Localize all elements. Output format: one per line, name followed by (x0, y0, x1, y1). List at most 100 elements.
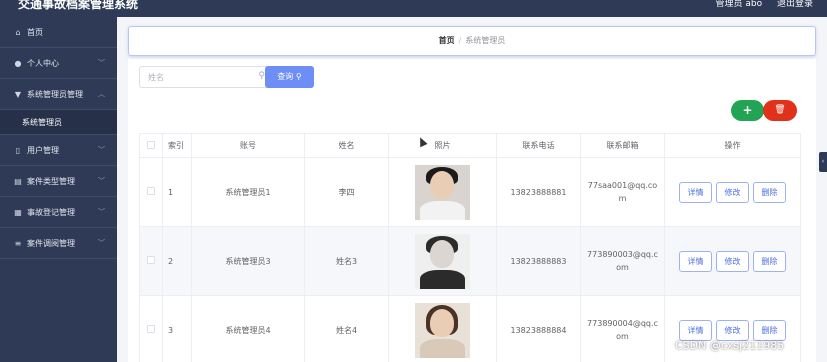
top-bar: 交通事故档案管理系统 管理员 abo 退出登录 (0, 0, 827, 17)
avatar-photo (415, 164, 470, 220)
edit-button[interactable]: 修改 (716, 319, 749, 341)
row-email: 773890003@qq.com (580, 226, 665, 296)
row-actions: 详情 修改 删除 (664, 226, 801, 296)
home-icon: ⌂ (15, 28, 21, 37)
query-button-label: 查询 (277, 72, 294, 81)
current-user: 管理员 abo (715, 0, 763, 9)
chevron-down-icon: ﹀ (98, 208, 105, 216)
content-panel: ⚲ 查询 ⚲ + 🗑 索引 账号 姓名 照片 联系电话 联系邮箱 操作 (128, 59, 816, 362)
app-title: 交通事故档案管理系统 (18, 0, 139, 11)
edit-button[interactable]: 修改 (716, 250, 749, 272)
row-phone: 13823888883 (496, 226, 581, 296)
top-bar-right: 管理员 abo 退出登录 (704, 0, 814, 9)
detail-button[interactable]: 详情 (679, 250, 712, 272)
admin-table: 索引 账号 姓名 照片 联系电话 联系邮箱 操作 1 系统管理员1 李四 138… (139, 133, 801, 362)
column-header: 照片 (388, 133, 497, 158)
search-icon: ⚲ (258, 71, 265, 81)
row-photo-cell (388, 226, 497, 296)
delete-button[interactable]: 删除 (753, 250, 786, 272)
chevron-down-icon: ﹀ (98, 239, 105, 247)
column-header: 联系电话 (496, 133, 581, 158)
avatar-photo (415, 302, 470, 358)
sidebar-item-case-type[interactable]: ▤ 案件类型管理 ﹀ (0, 166, 117, 197)
sidebar-subitem-admin[interactable]: 系统管理员 (0, 110, 117, 135)
row-name: 姓名3 (304, 226, 389, 296)
column-header: 姓名 (304, 133, 389, 158)
sidebar-item-label: 案件调阅管理 (27, 239, 75, 248)
breadcrumb: 首页 / 系统管理员 (128, 26, 816, 56)
sidebar-item-case-review[interactable]: ≡ 案件调阅管理 ﹀ (0, 228, 117, 259)
row-email: 77saa001@qq.com (580, 157, 665, 227)
row-index: 2 (162, 226, 192, 296)
row-checkbox[interactable] (147, 256, 155, 264)
row-photo-cell (388, 157, 497, 227)
main-content: 首页/系统管理员 ⚲ 查询 ⚲ + 🗑 索引 账号 姓名 照片 联系电话 联系邮 (117, 17, 827, 362)
user-icon: ● (14, 59, 22, 68)
column-header: 操作 (664, 133, 801, 158)
sidebar-item-user-management[interactable]: ▯ 用户管理 ﹀ (0, 135, 117, 166)
mobile-icon: ▯ (15, 146, 21, 155)
add-button[interactable]: + (731, 100, 764, 121)
row-email: 773890004@qq.com (580, 295, 665, 362)
row-select-cell (139, 295, 163, 362)
row-phone: 13823888884 (496, 295, 581, 362)
breadcrumb-current: 系统管理员 (465, 36, 506, 45)
logout-link[interactable]: 退出登录 (777, 0, 813, 9)
table-row: 3 系统管理员4 姓名4 13823888884 773890004@qq.co… (139, 295, 801, 362)
row-photo-cell (388, 295, 497, 362)
chevron-down-icon: ﹀ (98, 177, 105, 185)
row-index: 1 (162, 157, 192, 227)
folder-icon: ▤ (14, 177, 22, 186)
column-header: 账号 (191, 133, 305, 158)
watermark: CSDN @cxsj211985 (675, 339, 785, 352)
breadcrumb-separator: / (458, 36, 462, 45)
delete-button[interactable]: 删除 (753, 319, 786, 341)
table-row: 1 系统管理员1 李四 13823888881 77saa001@qq.com … (139, 157, 801, 227)
chevron-up-icon: ︿ (98, 90, 105, 98)
column-header: 索引 (162, 133, 192, 158)
sidebar-item-label: 系统管理员管理 (27, 90, 83, 99)
row-phone: 13823888881 (496, 157, 581, 227)
table-header-row: 索引 账号 姓名 照片 联系电话 联系邮箱 操作 (139, 133, 801, 158)
search-icon: ⚲ (295, 72, 302, 81)
breadcrumb-home[interactable]: 首页 (439, 36, 455, 45)
column-header: 联系邮箱 (580, 133, 665, 158)
row-name: 姓名4 (304, 295, 389, 362)
row-select-cell (139, 157, 163, 227)
avatar-photo (415, 233, 470, 289)
row-checkbox[interactable] (147, 325, 155, 333)
list-icon: ≡ (14, 239, 22, 248)
filter-icon: ▼ (14, 90, 22, 99)
select-all-checkbox[interactable] (147, 140, 155, 149)
trash-icon: 🗑 (774, 105, 786, 115)
row-actions: 详情 修改 删除 (664, 295, 801, 362)
row-account: 系统管理员1 (191, 157, 305, 227)
query-button[interactable]: 查询 ⚲ (265, 66, 314, 88)
chevron-down-icon: ﹀ (98, 146, 105, 154)
delete-button[interactable]: 删除 (753, 181, 786, 203)
collapse-handle[interactable]: ‹ (819, 152, 827, 172)
row-checkbox[interactable] (147, 187, 155, 195)
sidebar-item-label: 个人中心 (27, 59, 59, 68)
sidebar-item-label: 用户管理 (27, 146, 59, 155)
row-account: 系统管理员3 (191, 226, 305, 296)
sidebar-item-admin-management[interactable]: ▼ 系统管理员管理 ︿ (0, 79, 117, 110)
edit-button[interactable]: 修改 (716, 181, 749, 203)
table-row: 2 系统管理员3 姓名3 13823888883 773890003@qq.co… (139, 226, 801, 296)
detail-button[interactable]: 详情 (679, 319, 712, 341)
row-actions: 详情 修改 删除 (664, 157, 801, 227)
sidebar-item-label: 首页 (27, 28, 43, 37)
sidebar-item-personal-center[interactable]: ● 个人中心 ﹀ (0, 48, 117, 79)
search-box: ⚲ (139, 66, 273, 88)
row-name: 李四 (304, 157, 389, 227)
select-all-cell (139, 133, 163, 158)
row-select-cell (139, 226, 163, 296)
sidebar-item-home[interactable]: ⌂ 首页 (0, 17, 117, 48)
bulk-delete-button[interactable]: 🗑 (763, 100, 797, 121)
sidebar-item-label: 案件类型管理 (27, 177, 75, 186)
detail-button[interactable]: 详情 (679, 181, 712, 203)
sidebar-item-label: 事故登记管理 (27, 208, 75, 217)
sidebar-item-accident-register[interactable]: ▦ 事故登记管理 ﹀ (0, 197, 117, 228)
search-input[interactable] (148, 67, 258, 87)
chevron-down-icon: ﹀ (98, 59, 105, 67)
